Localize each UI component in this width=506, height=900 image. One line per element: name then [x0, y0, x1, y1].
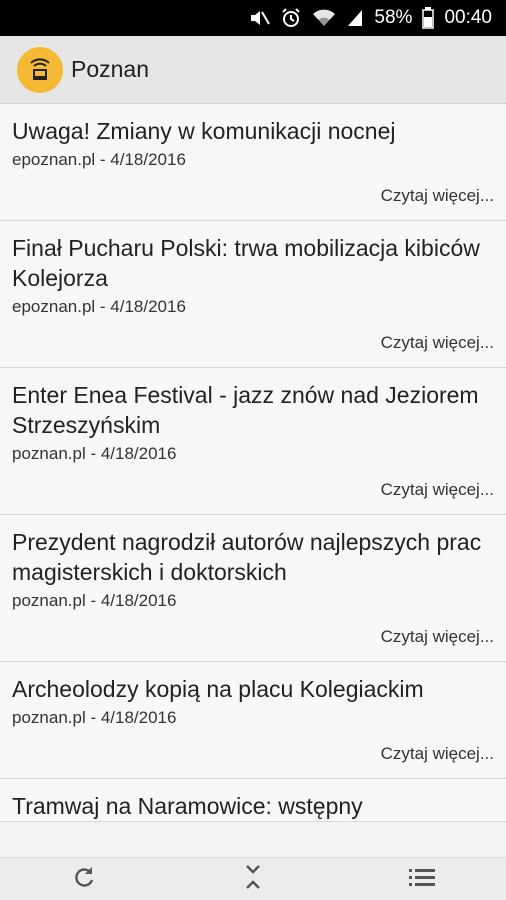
battery-percent: 58% — [374, 7, 413, 28]
news-feed[interactable]: Uwaga! Zmiany w komunikacji nocnej epozn… — [0, 104, 506, 857]
rss-logo-icon — [17, 46, 63, 93]
article-card[interactable]: Tramwaj na Naramowice: wstępny — [0, 779, 506, 822]
article-title[interactable]: Archeolodzy kopią na placu Kolegiackim — [12, 674, 494, 704]
refresh-button[interactable] — [0, 858, 169, 900]
article-title[interactable]: Finał Pucharu Polski: trwa mobilizacja k… — [12, 233, 494, 293]
list-icon — [408, 866, 436, 893]
article-source-date: poznan.pl - 4/18/2016 — [12, 708, 177, 727]
app-title: Poznan — [71, 56, 150, 82]
article-source-date: epoznan.pl - 4/18/2016 — [12, 297, 186, 316]
app-bar: Poznan — [0, 36, 506, 104]
read-more-link[interactable]: Czytaj więcej... — [12, 730, 494, 778]
signal-icon — [346, 8, 364, 28]
read-more-link[interactable]: Czytaj więcej... — [12, 466, 494, 514]
article-card[interactable]: Archeolodzy kopią na placu Kolegiackim p… — [0, 662, 506, 779]
article-source-date: epoznan.pl - 4/18/2016 — [12, 150, 186, 169]
article-title[interactable]: Tramwaj na Naramowice: wstępny — [12, 791, 494, 821]
clock: 00:40 — [444, 7, 492, 28]
article-card[interactable]: Enter Enea Festival - jazz znów nad Jezi… — [0, 368, 506, 515]
read-more-link[interactable]: Czytaj więcej... — [12, 172, 494, 220]
article-source-date: poznan.pl - 4/18/2016 — [12, 591, 177, 610]
collapse-button[interactable] — [169, 858, 338, 900]
article-card[interactable]: Prezydent nagrodził autorów najlepszych … — [0, 515, 506, 662]
alarm-icon — [280, 7, 302, 29]
article-source-date: poznan.pl - 4/18/2016 — [12, 444, 177, 463]
mute-icon — [248, 8, 271, 28]
collapse-icon — [242, 863, 264, 896]
status-bar: 58% 00:40 — [0, 0, 506, 36]
article-title[interactable]: Enter Enea Festival - jazz znów nad Jezi… — [12, 380, 494, 440]
article-card[interactable]: Uwaga! Zmiany w komunikacji nocnej epozn… — [0, 104, 506, 221]
wifi-icon — [312, 8, 336, 28]
bottom-toolbar — [0, 857, 506, 900]
refresh-icon — [71, 864, 97, 895]
battery-icon — [422, 7, 435, 29]
list-view-button[interactable] — [337, 858, 506, 900]
article-title[interactable]: Prezydent nagrodził autorów najlepszych … — [12, 527, 494, 587]
article-title[interactable]: Uwaga! Zmiany w komunikacji nocnej — [12, 116, 494, 146]
read-more-link[interactable]: Czytaj więcej... — [12, 319, 494, 367]
article-card[interactable]: Finał Pucharu Polski: trwa mobilizacja k… — [0, 221, 506, 368]
read-more-link[interactable]: Czytaj więcej... — [12, 613, 494, 661]
